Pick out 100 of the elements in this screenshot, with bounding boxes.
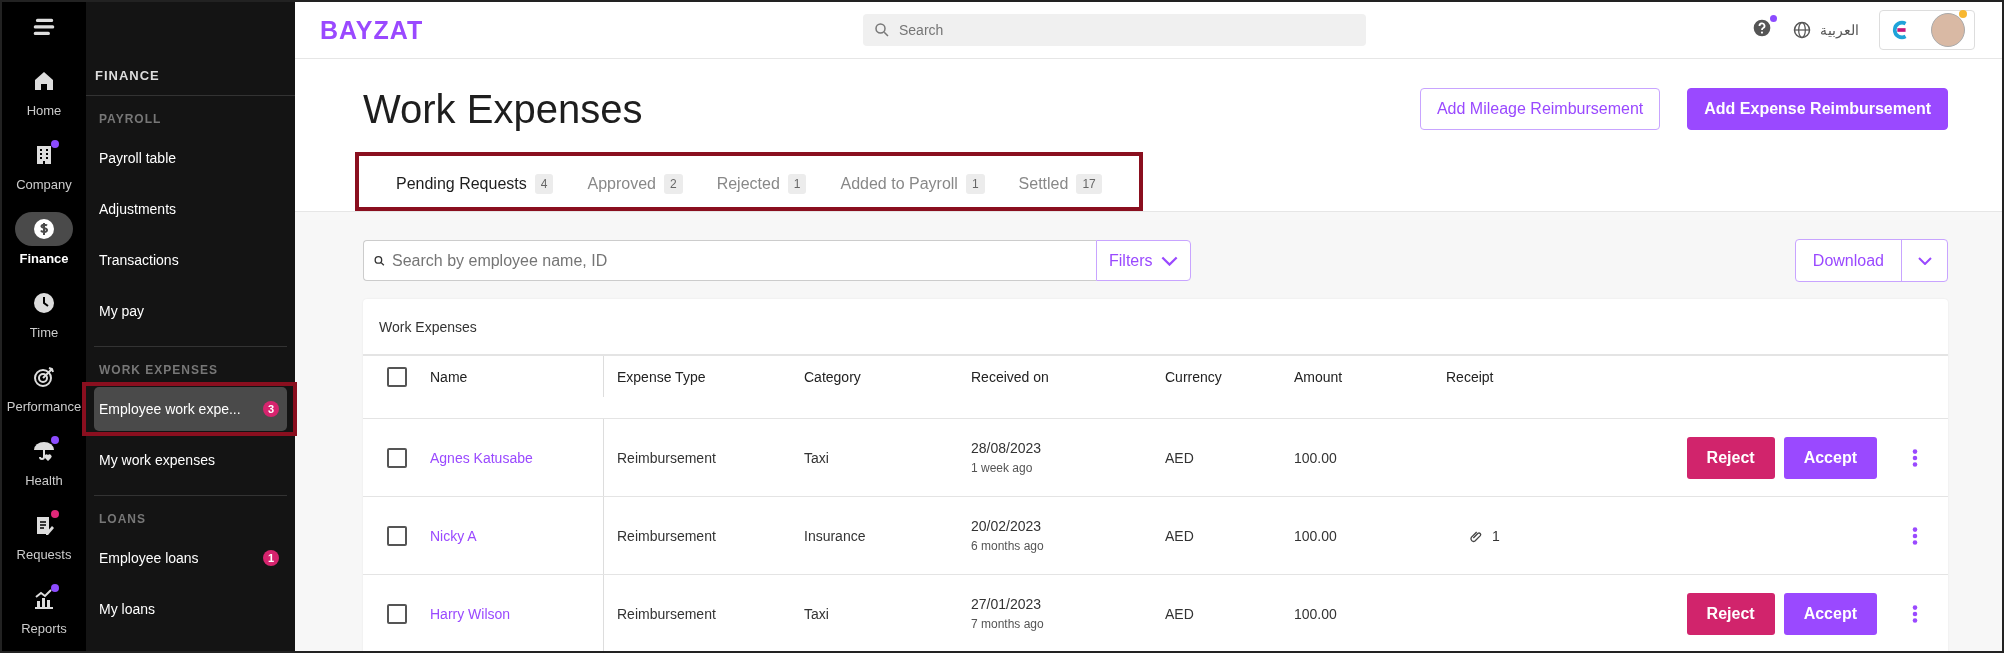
- employee-name-link[interactable]: Harry Wilson: [430, 605, 511, 622]
- group-heading: PAYROLL: [98, 112, 163, 128]
- sub-nav-item[interactable]: My work expenses: [94, 438, 287, 482]
- tab[interactable]: Pending Requests 4: [379, 159, 571, 211]
- bar-chart-icon: [32, 587, 56, 611]
- add-expense-button[interactable]: Add Expense Reimbursement: [1687, 88, 1948, 130]
- sub-nav-item[interactable]: Employee work expe... 3: [94, 387, 287, 431]
- rail-label: Home: [26, 103, 62, 118]
- count-badge: 3: [263, 401, 279, 417]
- count-badge: 4: [534, 174, 554, 194]
- table-cell-text: Insurance: [804, 526, 867, 546]
- tab-label: Settled: [1018, 175, 1069, 193]
- rail-nav-item[interactable]: Health: [2, 424, 86, 498]
- count-badge: 2: [663, 174, 683, 194]
- tab[interactable]: Settled 17: [1001, 159, 1119, 211]
- table-caption: Work Expenses: [363, 299, 1948, 356]
- rail-label: Finance: [19, 251, 69, 266]
- accept-button[interactable]: Accept: [1783, 436, 1877, 479]
- column-header: Expense Type: [603, 356, 804, 397]
- count-badge: 1: [263, 550, 279, 566]
- rail-nav-item[interactable]: Company: [2, 128, 86, 202]
- rail-nav-item[interactable]: Time: [2, 276, 86, 350]
- rail-nav-item[interactable]: Home: [2, 54, 86, 128]
- rail-label: Reports: [21, 621, 67, 636]
- relative-time: 7 months ago: [971, 617, 1044, 631]
- sub-nav-label: Employee loans: [99, 550, 199, 566]
- sub-nav-item[interactable]: My pay: [94, 289, 287, 333]
- sub-nav-label: Transactions: [99, 252, 179, 268]
- checkbox[interactable]: [386, 447, 407, 468]
- reject-button[interactable]: Reject: [1686, 592, 1775, 635]
- count-badge: 17: [1076, 174, 1102, 194]
- checkbox[interactable]: [386, 366, 407, 387]
- table-cell-text: Taxi: [804, 448, 830, 468]
- home-icon: [32, 69, 56, 93]
- date-text: 20/02/2023: [971, 518, 1042, 534]
- table-cell-text: 100.00: [1294, 448, 1338, 468]
- tab-label: Rejected: [716, 175, 780, 193]
- sub-nav-item[interactable]: Employee loans 1: [94, 536, 287, 580]
- date-text: 28/08/2023: [971, 440, 1042, 456]
- relative-time: 1 week ago: [971, 461, 1033, 475]
- sub-nav-item[interactable]: Adjustments: [94, 187, 287, 231]
- sub-nav-label: Adjustments: [99, 201, 177, 217]
- group-heading: WORK EXPENSES: [98, 363, 220, 379]
- sub-nav-item[interactable]: My loans: [94, 587, 287, 631]
- column-header: Category: [804, 367, 862, 387]
- attachment-count: 1: [1492, 527, 1500, 544]
- checkbox[interactable]: [386, 603, 407, 624]
- search-icon: [373, 254, 386, 267]
- sub-nav-label: My loans: [99, 601, 156, 617]
- column-header: Received on: [971, 367, 1050, 387]
- employee-name-link[interactable]: Agnes Katusabe: [430, 449, 533, 466]
- status-dot: [1959, 10, 1967, 18]
- search-field[interactable]: Search by employee name, ID: [363, 240, 1096, 281]
- tab[interactable]: Added to Payroll 1: [823, 159, 1002, 211]
- table-cell: Reimbursement: [603, 575, 804, 651]
- sub-nav-label: My work expenses: [99, 452, 215, 468]
- tab-label: Pending Requests: [396, 175, 527, 193]
- rail-nav-item[interactable]: Reports: [2, 572, 86, 646]
- column-header: Name: [430, 367, 469, 387]
- language-link[interactable]: العربية: [1820, 22, 1859, 38]
- rail-label: Requests: [16, 547, 72, 562]
- relative-time: 6 months ago: [971, 539, 1044, 553]
- filters-button[interactable]: Filters: [1096, 240, 1191, 281]
- table-cell-text: Taxi: [804, 604, 830, 624]
- sub-nav-item[interactable]: Transactions: [94, 238, 287, 282]
- rail-label: Performance: [6, 399, 82, 414]
- tab[interactable]: Rejected 1: [699, 159, 824, 211]
- tab-label: Approved: [587, 175, 656, 193]
- rail-label: Time: [29, 325, 59, 340]
- table-cell-text: 100.00: [1294, 526, 1338, 546]
- rail-nav-item[interactable]: Finance: [2, 202, 86, 276]
- help-icon[interactable]: [1752, 18, 1772, 38]
- table-cell: Reimbursement: [603, 497, 804, 574]
- date-text: 27/01/2023: [971, 596, 1042, 612]
- accept-button[interactable]: Accept: [1783, 592, 1877, 635]
- count-badge: 1: [965, 174, 985, 194]
- search-field[interactable]: Search: [863, 14, 1366, 46]
- tab[interactable]: Approved 2: [570, 159, 700, 211]
- count-badge: 1: [787, 174, 807, 194]
- clock-icon: [32, 291, 56, 315]
- employee-name-link[interactable]: Nicky A: [430, 527, 477, 544]
- profile-menu[interactable]: [1879, 10, 1975, 50]
- table-cell-text: AED: [1165, 604, 1195, 624]
- rail-nav-item[interactable]: Requests: [2, 498, 86, 572]
- column-header: Currency: [1165, 367, 1223, 387]
- rail-label: Health: [25, 473, 63, 488]
- avatar: [1930, 13, 1965, 47]
- add-mileage-button[interactable]: Add Mileage Reimbursement: [1419, 88, 1661, 130]
- globe-icon[interactable]: [1792, 20, 1812, 40]
- tab-label: Added to Payroll: [840, 175, 958, 193]
- rail-nav-item[interactable]: Performance: [2, 350, 86, 424]
- sub-nav-label: Employee work expe...: [99, 401, 241, 417]
- page-title: Work Expenses: [363, 86, 643, 132]
- umbrella-heart-icon: [32, 439, 56, 463]
- checkbox[interactable]: [386, 525, 407, 546]
- sub-nav-item[interactable]: Payroll table: [94, 136, 287, 180]
- sub-nav-label: My pay: [99, 303, 145, 319]
- reject-button[interactable]: Reject: [1686, 436, 1775, 479]
- rail-label: Company: [16, 177, 72, 192]
- group-heading: LOANS: [98, 512, 147, 528]
